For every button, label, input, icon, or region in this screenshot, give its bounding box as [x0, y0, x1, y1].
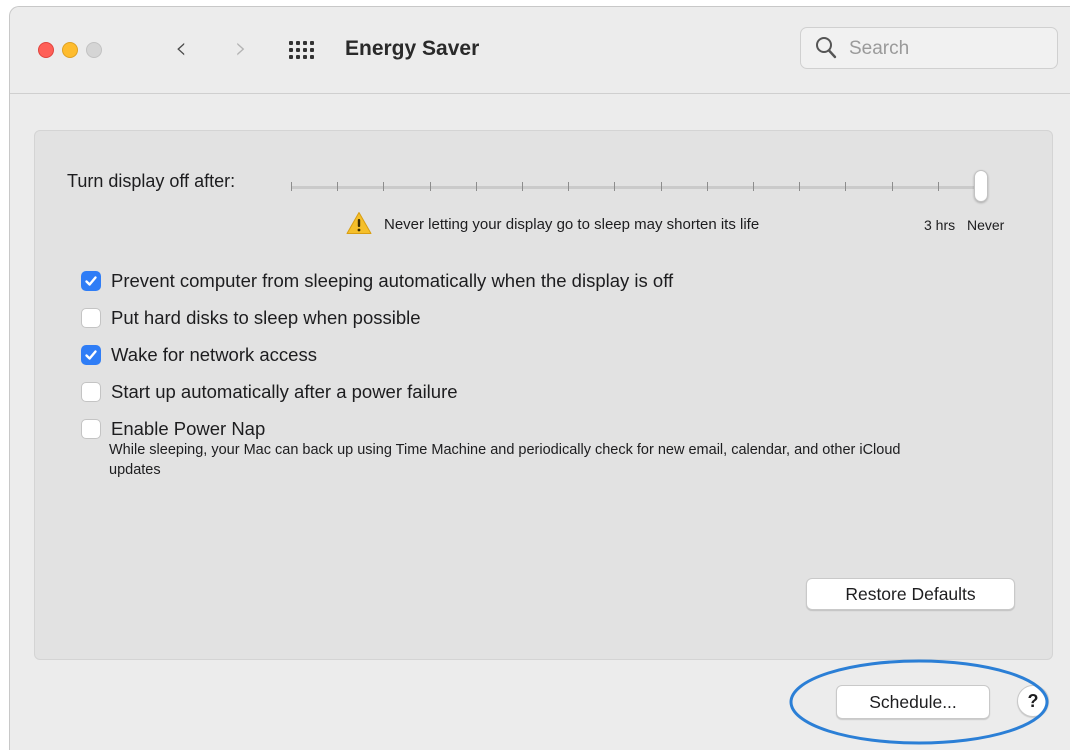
power-nap-description: While sleeping, your Mac can back up usi…: [109, 442, 901, 478]
slider-tick: [892, 182, 893, 191]
prevent-sleep-checkbox[interactable]: [81, 271, 101, 291]
help-button[interactable]: ?: [1017, 685, 1049, 717]
slider-tick: [568, 182, 569, 191]
slider-tick: [845, 182, 846, 191]
search-input[interactable]: [847, 35, 1051, 63]
preferences-window: ‹ › Energy Saver Turn display off after:…: [9, 6, 1070, 750]
startup-after-power-failure-checkbox[interactable]: [81, 382, 101, 402]
slider-tick: [522, 182, 523, 191]
wake-network-label: Wake for network access: [111, 344, 317, 365]
startup-after-power-failure-label: Start up automatically after a power fai…: [111, 381, 458, 402]
slider-tick: [476, 182, 477, 191]
minimize-window-button[interactable]: [62, 42, 78, 58]
display-sleep-slider-thumb[interactable]: [974, 170, 988, 202]
slider-tick: [753, 182, 754, 191]
slider-tick: [799, 182, 800, 191]
power-nap-label: Enable Power Nap: [111, 418, 266, 439]
magnifying-glass-icon: [816, 37, 837, 59]
display-sleep-warning: Never letting your display go to sleep m…: [384, 216, 760, 233]
wake-network-checkbox[interactable]: [81, 345, 101, 365]
slider-tick: [661, 182, 662, 191]
zoom-window-button[interactable]: [86, 42, 102, 58]
show-all-grid-icon[interactable]: [289, 41, 319, 59]
hard-disk-sleep-label: Put hard disks to sleep when possible: [111, 307, 421, 328]
window-title: Energy Saver: [345, 37, 480, 60]
settings-panel: Turn display off after: Never letting yo…: [34, 130, 1053, 660]
toolbar: ‹ › Energy Saver: [10, 7, 1070, 94]
slider-tick: [291, 182, 292, 191]
slider-scale-never: Never: [967, 217, 1005, 233]
slider-tick: [430, 182, 431, 191]
restore-defaults-button[interactable]: Restore Defaults: [806, 578, 1015, 610]
display-sleep-slider-track[interactable]: [291, 186, 985, 189]
warning-triangle-icon: [346, 212, 372, 234]
slider-tick: [938, 182, 939, 191]
slider-tick: [707, 182, 708, 191]
power-nap-checkbox[interactable]: [81, 419, 101, 439]
slider-tick: [383, 182, 384, 191]
back-button[interactable]: ‹: [166, 33, 196, 67]
display-sleep-label: Turn display off after:: [67, 171, 236, 191]
schedule-button[interactable]: Schedule...: [836, 685, 990, 719]
slider-tick: [614, 182, 615, 191]
search-field[interactable]: [800, 27, 1058, 69]
slider-tick: [337, 182, 338, 191]
forward-button[interactable]: ›: [226, 33, 256, 67]
hard-disk-sleep-checkbox[interactable]: [81, 308, 101, 328]
prevent-sleep-label: Prevent computer from sleeping automatic…: [111, 270, 674, 291]
close-window-button[interactable]: [38, 42, 54, 58]
slider-scale-3hrs: 3 hrs: [924, 217, 956, 233]
